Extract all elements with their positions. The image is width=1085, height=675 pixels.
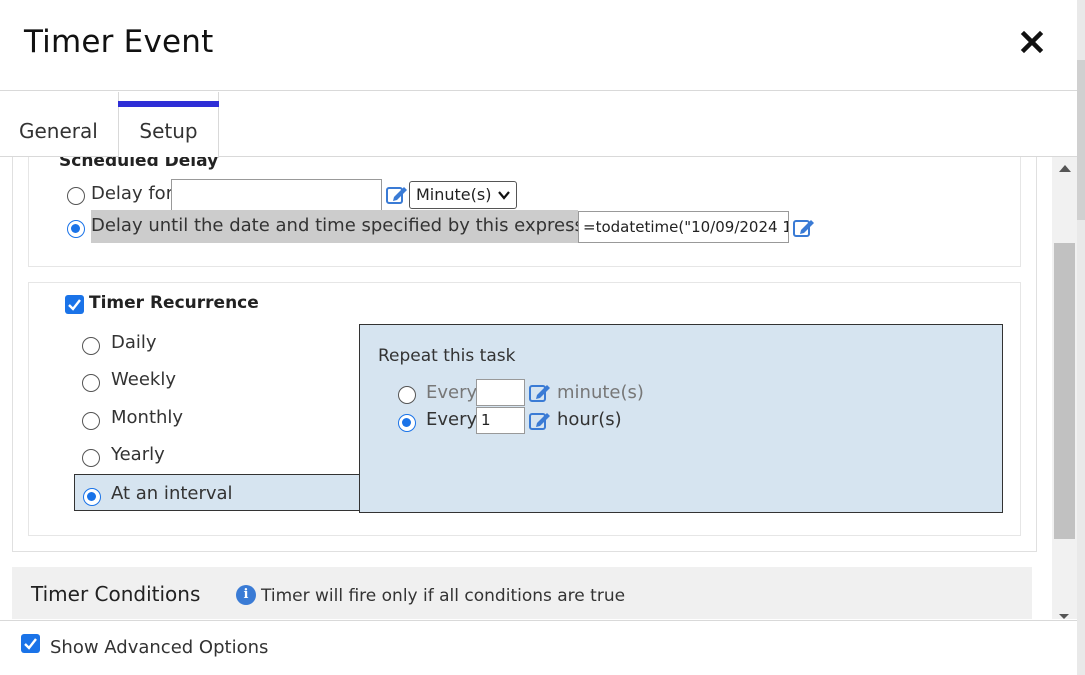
recurrence-weekly-label: Weekly [111, 369, 176, 390]
timer-conditions-hint: Timer will fire only if all conditions a… [261, 586, 626, 606]
delay-until-label: Delay until the date and time specified … [91, 215, 618, 236]
repeat-hours-unit: hour(s) [557, 409, 622, 430]
dialog-footer: Show Advanced Options [0, 620, 1077, 675]
recurrence-weekly-radio[interactable] [82, 374, 100, 392]
info-icon: i [236, 585, 256, 605]
delay-for-input[interactable] [171, 179, 382, 211]
repeat-minutes-every-label: Every [426, 382, 478, 403]
repeat-hours-input[interactable]: 1 [476, 407, 525, 434]
repeat-minutes-unit: minute(s) [557, 382, 644, 403]
dialog-title: Timer Event [24, 24, 214, 60]
timer-conditions-title: Timer Conditions [31, 582, 201, 606]
recurrence-monthly-label: Monthly [111, 407, 184, 428]
recurrence-daily-radio[interactable] [82, 337, 100, 355]
repeat-minutes-input[interactable] [476, 379, 525, 406]
recurrence-interval-label: At an interval [111, 483, 233, 504]
edit-icon[interactable] [529, 383, 551, 403]
tab-setup-label: Setup [139, 119, 198, 143]
tab-setup[interactable]: Setup [118, 92, 219, 158]
close-icon [1020, 30, 1044, 54]
timer-recurrence-title: Timer Recurrence [89, 293, 259, 313]
show-advanced-label: Show Advanced Options [50, 637, 269, 658]
repeat-hours-radio[interactable] [398, 414, 416, 432]
repeat-task-heading: Repeat this task [378, 346, 516, 366]
delay-for-radio[interactable] [67, 187, 85, 205]
tab-bar: General Setup [0, 92, 1077, 158]
scroll-down-arrow-icon[interactable] [1059, 614, 1069, 619]
delay-unit-value: Minute(s) [416, 185, 492, 204]
close-button[interactable] [1018, 28, 1046, 56]
recurrence-monthly-radio[interactable] [82, 412, 100, 430]
checkmark-icon [24, 638, 37, 650]
edit-icon[interactable] [793, 218, 815, 238]
expression-input[interactable]: =todatetime("10/09/2024 1 [578, 211, 789, 243]
delay-for-label: Delay for [91, 183, 174, 204]
tab-general[interactable]: General [19, 92, 98, 157]
scrollbar-thumb[interactable] [1054, 243, 1075, 539]
scheduled-delay-title: Scheduled Delay [59, 157, 219, 171]
dialog-header: Timer Event [0, 0, 1077, 91]
repeat-minutes-radio[interactable] [398, 386, 416, 404]
chevron-down-icon [498, 191, 510, 200]
active-tab-indicator [118, 101, 219, 107]
recurrence-daily-label: Daily [111, 332, 157, 353]
repeat-hours-every-label: Every [426, 409, 478, 430]
delay-until-radio[interactable] [67, 220, 85, 238]
edit-icon[interactable] [529, 411, 551, 431]
edit-icon[interactable] [386, 185, 408, 205]
recurrence-interval-radio[interactable] [83, 488, 101, 506]
checkmark-icon [68, 299, 81, 311]
setup-content: Scheduled Delay Delay for Minute(s) Dela… [0, 157, 1052, 619]
timer-conditions-bar[interactable]: Timer Conditions i Timer will fire only … [12, 567, 1032, 619]
timer-recurrence-checkbox[interactable] [65, 295, 84, 314]
repeat-task-panel: Repeat this task Every minute(s) Every 1… [359, 324, 1003, 513]
scroll-up-arrow-icon[interactable] [1059, 165, 1071, 172]
window-edge [1077, 0, 1085, 675]
delay-unit-select[interactable]: Minute(s) [409, 181, 517, 209]
recurrence-yearly-label: Yearly [111, 444, 165, 465]
recurrence-yearly-radio[interactable] [82, 449, 100, 467]
content-scrollbar[interactable] [1052, 157, 1077, 619]
show-advanced-checkbox[interactable] [21, 634, 40, 653]
